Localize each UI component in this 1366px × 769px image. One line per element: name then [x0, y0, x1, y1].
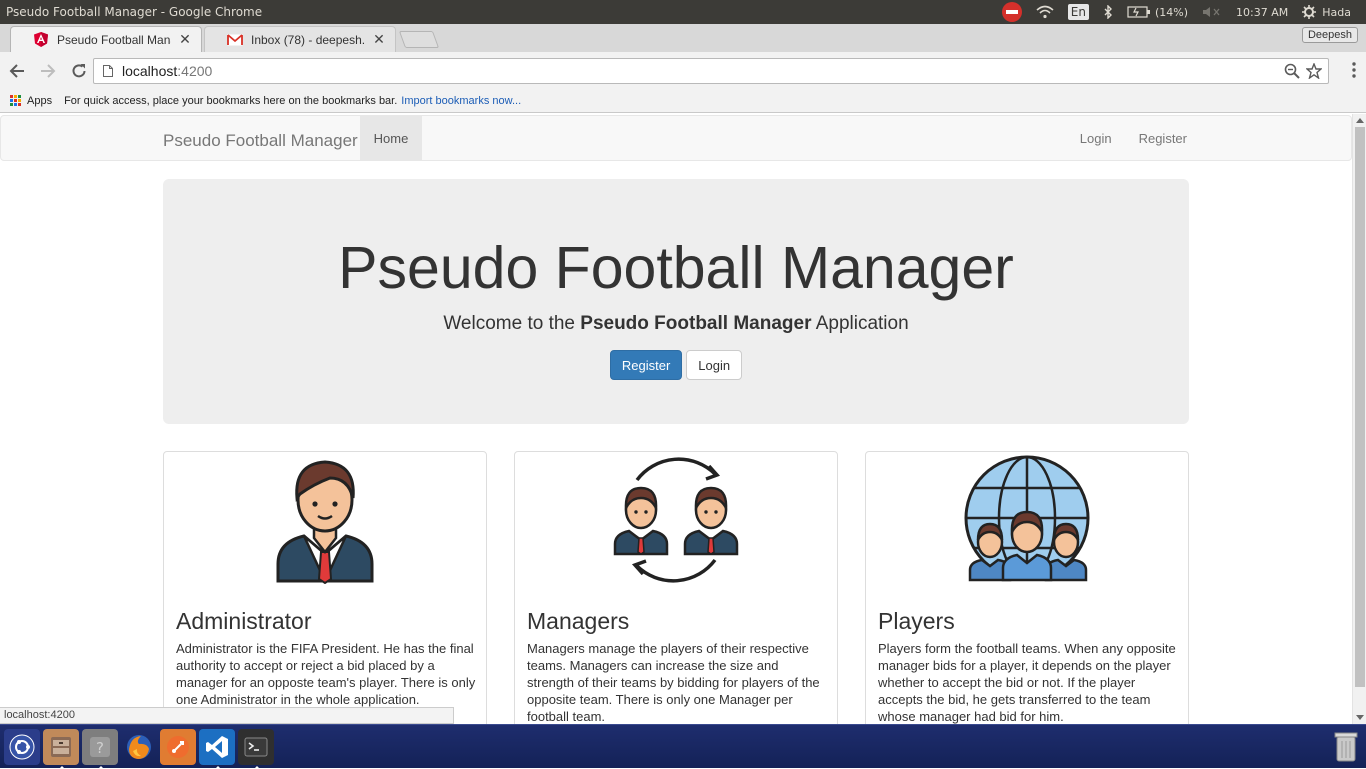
import-bookmarks-link[interactable]: Import bookmarks now... [401, 95, 521, 107]
vscode-launcher[interactable] [199, 728, 235, 769]
new-tab-button[interactable] [398, 31, 440, 48]
system-tray: En (14%) 10:37 AM Hada [995, 0, 1366, 24]
nav-register[interactable]: Register [1139, 131, 1187, 146]
hero-register-button[interactable]: Register [609, 350, 683, 380]
wifi-indicator[interactable] [1029, 0, 1061, 24]
status-bubble: localhost:4200 [0, 707, 454, 724]
bluetooth-indicator[interactable] [1096, 0, 1120, 24]
file-cabinet-icon [51, 736, 71, 757]
bluetooth-icon [1104, 5, 1112, 19]
nav-home[interactable]: Home [360, 116, 422, 160]
keyboard-layout-indicator[interactable]: En [1061, 0, 1096, 24]
page-viewport: Pseudo Football Manager Home Login Regis… [0, 114, 1352, 724]
apps-grid-icon [10, 95, 21, 106]
hero-buttons: Register Login [163, 350, 1189, 380]
managers-icon [515, 454, 837, 584]
lang-badge: En [1067, 4, 1089, 20]
card-text: Administrator is the FIFA President. He … [176, 641, 476, 707]
volume-muted-icon [1203, 7, 1220, 17]
clock[interactable]: 10:37 AM [1229, 0, 1295, 24]
browser-toolbar: localhost:4200 [0, 52, 1366, 89]
site-navbar: Pseudo Football Manager Home Login Regis… [0, 115, 1352, 161]
tab-gmail-inbox[interactable]: Inbox (78) - deepesh.hada@ ✕ [204, 26, 396, 52]
trash-icon [1334, 732, 1358, 762]
page-scrollbar[interactable] [1352, 114, 1366, 724]
page-icon [94, 65, 122, 77]
terminal-icon [244, 737, 268, 756]
card-text: Managers manage the players of their res… [527, 641, 820, 724]
no-entry-icon [1001, 2, 1022, 22]
administrator-icon [164, 454, 486, 584]
firefox-icon [127, 734, 151, 759]
card-title: Players [878, 608, 955, 634]
card-players: Players Players form the football teams.… [865, 451, 1189, 724]
reload-icon [72, 63, 86, 77]
back-button[interactable] [3, 57, 31, 85]
dash-button[interactable] [4, 728, 40, 765]
card-title: Administrator [176, 608, 312, 634]
nav-login[interactable]: Login [1080, 131, 1112, 146]
user-name: Hada [1322, 5, 1351, 19]
arrow-right-icon [41, 63, 56, 78]
card-text: Players form the football teams. When an… [878, 641, 1176, 724]
hero-lead: Welcome to the Pseudo Football Manager A… [443, 313, 909, 334]
volume-indicator[interactable] [1195, 0, 1229, 24]
angular-icon [33, 32, 49, 48]
wifi-icon [1036, 5, 1054, 19]
jumbotron: Pseudo Football Manager Welcome to the P… [163, 179, 1189, 424]
star-icon[interactable] [1306, 63, 1322, 79]
chrome-menu-button[interactable] [1352, 62, 1356, 83]
user-menu[interactable]: Hada [1295, 0, 1358, 24]
battery-indicator[interactable]: (14%) [1120, 0, 1195, 24]
gear-icon [1302, 5, 1317, 19]
navbar-brand[interactable]: Pseudo Football Manager [163, 131, 358, 151]
postman-icon [167, 735, 189, 758]
launcher-dock: ? [0, 724, 1366, 769]
vscode-icon [206, 735, 228, 758]
ubuntu-icon [9, 734, 35, 759]
system-top-bar: Pseudo Football Manager - Google Chrome … [0, 0, 1366, 24]
reload-button[interactable] [65, 57, 93, 85]
question-icon: ? [90, 736, 110, 757]
arrow-left-icon [9, 63, 24, 78]
scroll-up-arrow[interactable] [1356, 118, 1364, 123]
trash-launcher[interactable] [1332, 729, 1360, 768]
gmail-icon [227, 32, 243, 48]
hero-title: Pseudo Football Manager [338, 235, 1014, 301]
zoom-icon[interactable] [1284, 63, 1300, 79]
close-icon[interactable]: ✕ [179, 31, 191, 48]
hero-login-button[interactable]: Login [686, 350, 743, 380]
bookmarks-bar: Apps For quick access, place your bookma… [0, 89, 1366, 113]
tab-title: Inbox (78) - deepesh.hada@ [251, 32, 365, 47]
scroll-thumb[interactable] [1355, 127, 1365, 687]
firefox-launcher[interactable] [121, 729, 157, 765]
card-managers: Managers Managers manage the players of … [514, 451, 838, 724]
battery-percent: (14%) [1154, 5, 1189, 19]
svg-text:?: ? [96, 739, 104, 757]
bookmarks-hint: For quick access, place your bookmarks h… [64, 94, 398, 107]
close-icon[interactable]: ✕ [373, 31, 385, 48]
url-text: localhost:4200 [122, 63, 213, 79]
nav-right: Login Register [1080, 116, 1187, 160]
apps-shortcut[interactable]: Apps [0, 95, 52, 107]
scroll-down-arrow[interactable] [1356, 715, 1364, 720]
no-entry-indicator[interactable] [995, 0, 1029, 24]
terminal-launcher[interactable] [238, 728, 274, 769]
tab-pseudo-football-manager[interactable]: Pseudo Football Manager ✕ [10, 26, 202, 52]
card-administrator: Administrator Administrator is the FIFA … [163, 451, 487, 724]
window-title: Pseudo Football Manager - Google Chrome [6, 5, 263, 19]
postman-launcher[interactable] [160, 728, 196, 765]
apps-label: Apps [27, 94, 53, 107]
forward-button[interactable] [34, 57, 62, 85]
battery-icon [1127, 6, 1150, 18]
files-launcher[interactable] [43, 728, 79, 769]
profile-button[interactable]: Deepesh [1301, 27, 1358, 43]
more-vert-icon [1352, 62, 1356, 78]
tab-title: Pseudo Football Manager [57, 32, 171, 47]
players-icon [866, 454, 1188, 584]
card-title: Managers [527, 608, 630, 634]
browser-tab-strip: Pseudo Football Manager ✕ Inbox (78) - d… [0, 24, 1366, 52]
address-bar[interactable]: localhost:4200 [93, 58, 1329, 84]
help-launcher[interactable]: ? [82, 728, 118, 769]
